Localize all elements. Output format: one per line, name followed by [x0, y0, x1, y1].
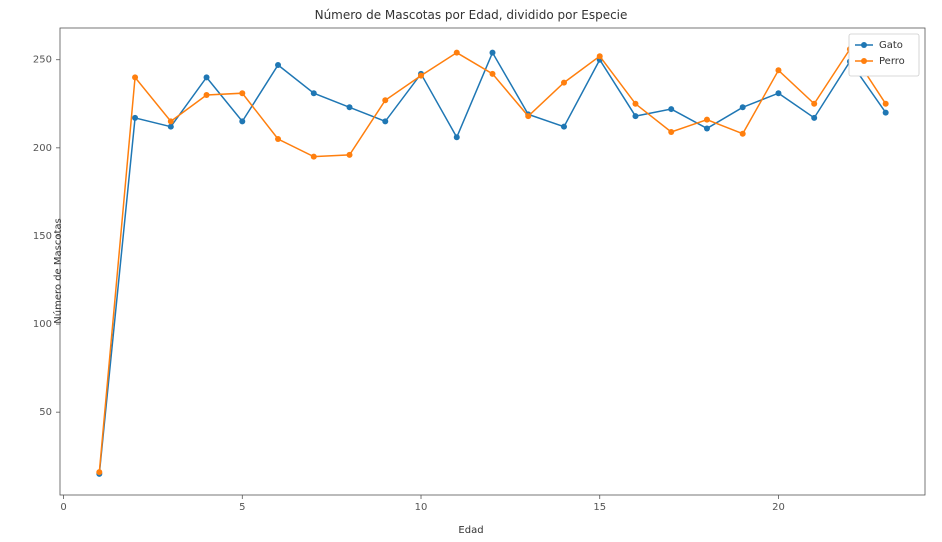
chart-svg: 0 5 10 15 20 50 100 150 200 250 Gato Perro	[0, 0, 942, 542]
series-marker	[418, 73, 424, 79]
x-tick-label: 20	[772, 502, 785, 513]
series-marker	[632, 101, 638, 107]
series-marker	[239, 90, 245, 96]
y-tick-label: 250	[33, 55, 52, 66]
series-marker	[561, 80, 567, 86]
series-marker	[811, 115, 817, 121]
series-marker	[204, 92, 210, 98]
legend-marker-icon	[861, 42, 867, 48]
series-marker	[275, 62, 281, 68]
series-marker	[275, 136, 281, 142]
series-marker	[525, 113, 531, 119]
series-marker	[775, 90, 781, 96]
y-tick-label: 150	[33, 231, 52, 242]
series-marker	[204, 74, 210, 80]
x-tick-label: 10	[415, 502, 428, 513]
series-marker	[239, 118, 245, 124]
series-marker	[883, 101, 889, 107]
series-marker	[168, 124, 174, 130]
series-marker	[96, 469, 102, 475]
series-marker	[382, 118, 388, 124]
series-marker	[668, 106, 674, 112]
series-marker	[740, 131, 746, 137]
x-tick-label: 5	[239, 502, 245, 513]
series-marker	[811, 101, 817, 107]
x-tick-label: 0	[60, 502, 66, 513]
series-marker	[561, 124, 567, 130]
series-marker	[132, 74, 138, 80]
series-marker	[775, 67, 781, 73]
series-marker	[668, 129, 674, 135]
chart-container: Número de Mascotas por Edad, dividido po…	[0, 0, 942, 542]
y-tick-label: 100	[33, 319, 52, 330]
series-marker	[883, 110, 889, 116]
series-marker	[382, 97, 388, 103]
legend-label: Perro	[879, 56, 905, 67]
x-tick-label: 15	[593, 502, 606, 513]
series-marker	[347, 152, 353, 158]
series-line-perro	[99, 49, 885, 472]
series-marker	[347, 104, 353, 110]
legend-label: Gato	[879, 40, 903, 51]
series-marker	[704, 117, 710, 123]
series-marker	[740, 104, 746, 110]
series-marker	[168, 118, 174, 124]
y-tick-label: 50	[39, 407, 52, 418]
series-marker	[490, 50, 496, 56]
series-marker	[597, 53, 603, 59]
series-marker	[454, 50, 460, 56]
series-marker	[454, 134, 460, 140]
series-marker	[311, 154, 317, 160]
legend-marker-icon	[861, 58, 867, 64]
series-marker	[632, 113, 638, 119]
series-marker	[490, 71, 496, 77]
series-marker	[704, 125, 710, 131]
y-tick-label: 200	[33, 143, 52, 154]
series-line-gato	[99, 53, 885, 474]
series-marker	[311, 90, 317, 96]
series-marker	[132, 115, 138, 121]
